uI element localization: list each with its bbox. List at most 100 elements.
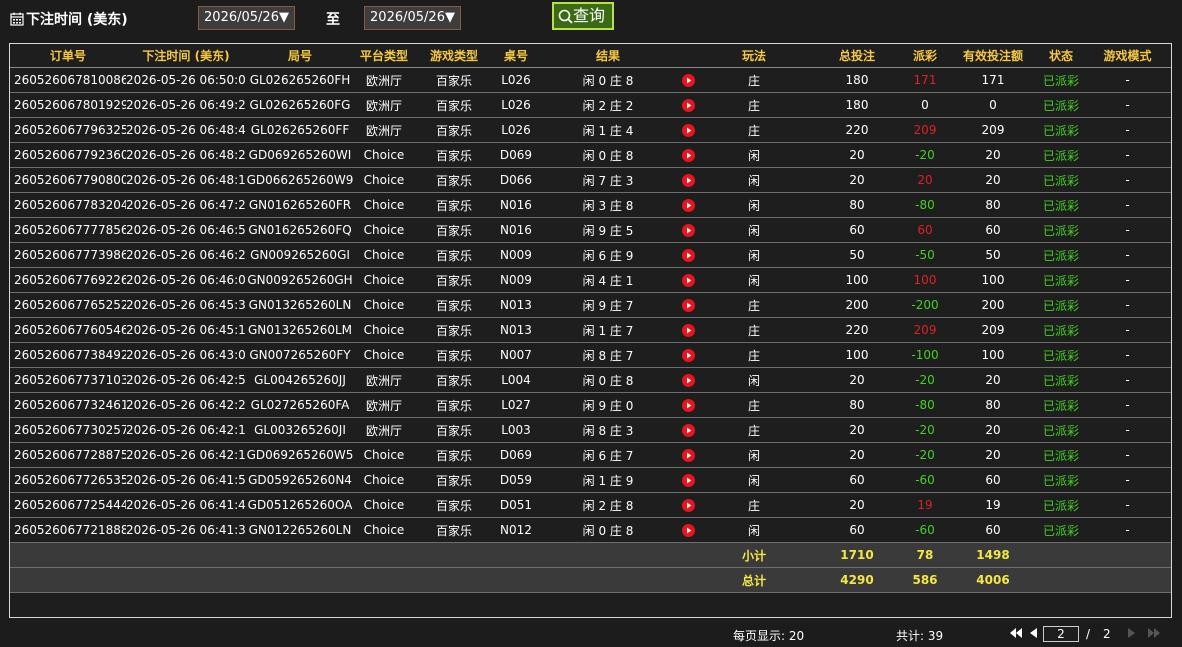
play-replay-icon[interactable] [681,499,695,512]
cell-result: 闲 6 庄 7 [538,442,678,468]
cell-valid-bet: 100 [946,342,1040,368]
play-replay-icon[interactable] [681,524,695,537]
cell-result: 闲 3 庄 8 [538,192,678,218]
cell-order-id: 260526067769226 [10,267,126,293]
play-replay-icon[interactable] [681,349,695,362]
table-row: 260526067726535 2026-05-26 06:41:54 GD0592… [10,467,1171,493]
cell-valid-bet: 50 [946,242,1040,268]
cell-table-id: D051 [494,492,538,518]
play-replay-icon[interactable] [681,474,695,487]
cell-bet-time: 2026-05-26 06:45:39 [126,292,246,318]
cell-valid-bet: 209 [946,317,1040,343]
query-button[interactable]: 查询 [552,2,614,30]
play-replay-icon[interactable] [681,249,695,262]
cell-bet-time: 2026-05-26 06:47:28 [126,192,246,218]
cell-bet-option: 庄 [698,492,810,518]
cell-valid-bet: 20 [946,442,1040,468]
play-replay-icon[interactable] [681,74,695,87]
play-replay-icon[interactable] [681,299,695,312]
replay-cell [678,442,698,468]
cell-round-id: GN016265260FR [246,192,354,218]
cell-result: 闲 1 庄 7 [538,317,678,343]
play-replay-icon[interactable] [681,324,695,337]
play-replay-icon[interactable] [681,99,695,112]
cell-payout: 60 [904,217,946,243]
cell-round-id: GL026265260FG [246,92,354,118]
cell-order-id: 260526067760546 [10,317,126,343]
play-replay-icon[interactable] [681,449,695,462]
cell-table-id: D069 [494,142,538,168]
cell-total-bet: 180 [810,92,904,118]
cell-status: 已派彩 [1040,92,1082,118]
cell-payout: -20 [904,367,946,393]
last-page-icon[interactable] [1148,628,1160,638]
table-row: 260526067810086 2026-05-26 06:50:06 GL0262… [10,67,1171,93]
cell-game-mode: - [1082,392,1171,418]
cell-game-mode: - [1082,267,1171,293]
first-page-icon[interactable] [1010,628,1022,638]
table-row: 260526067738492 2026-05-26 06:43:05 GN0072… [10,342,1171,368]
cell-platform: Choice [354,242,414,268]
table-row: 260526067796325 2026-05-26 06:48:46 GL0262… [10,117,1171,143]
cell-game-type: 百家乐 [414,267,494,293]
play-replay-icon[interactable] [681,174,695,187]
grand-total-label: 总计 [698,567,810,593]
replay-cell [678,467,698,493]
cell-bet-option: 庄 [698,392,810,418]
page-number-input[interactable] [1043,626,1079,642]
cell-table-id: L004 [494,367,538,393]
cell-order-id: 260526067765252 [10,292,126,318]
cell-table-id: L027 [494,392,538,418]
cell-round-id: GL026265260FF [246,117,354,143]
cell-bet-time: 2026-05-26 06:46:54 [126,217,246,243]
play-replay-icon[interactable] [681,124,695,137]
date-to-select[interactable]: 2026/05/26▼ [364,6,461,30]
next-page-icon[interactable] [1128,628,1135,638]
cell-valid-bet: 19 [946,492,1040,518]
cell-status: 已派彩 [1040,492,1082,518]
cell-round-id: GL027265260FA [246,392,354,418]
cell-game-type: 百家乐 [414,167,494,193]
cell-round-id: GD069265260WI [246,142,354,168]
cell-round-id: GN012265260LN [246,517,354,543]
cell-round-id: GN016265260FQ [246,217,354,243]
cell-game-type: 百家乐 [414,417,494,443]
cell-status: 已派彩 [1040,417,1082,443]
table-row: 260526067773986 2026-05-26 06:46:29 GN0092… [10,242,1171,268]
cell-round-id: GD059265260N4 [246,467,354,493]
cell-order-id: 260526067792360 [10,142,126,168]
cell-payout: 100 [904,267,946,293]
cell-result: 闲 0 庄 8 [538,517,678,543]
cell-valid-bet: 60 [946,467,1040,493]
cell-bet-option: 闲 [698,367,810,393]
cell-bet-option: 闲 [698,142,810,168]
table-row: 260526067732461 2026-05-26 06:42:28 GL0272… [10,392,1171,418]
cell-payout: -60 [904,467,946,493]
table-row: 260526067792360 2026-05-26 06:48:22 GD0692… [10,142,1171,168]
cell-platform: Choice [354,517,414,543]
play-replay-icon[interactable] [681,274,695,287]
cell-bet-time: 2026-05-26 06:48:22 [126,142,246,168]
date-from-select[interactable]: 2026/05/26▼ [198,6,295,30]
cell-valid-bet: 20 [946,142,1040,168]
cell-round-id: GN013265260LM [246,317,354,343]
play-replay-icon[interactable] [681,424,695,437]
total-count-label: 共计: 39 [896,629,944,643]
cell-payout: 209 [904,117,946,143]
play-replay-icon[interactable] [681,374,695,387]
per-page-label: 每页显示: 20 [733,629,805,643]
cell-result: 闲 9 庄 0 [538,392,678,418]
play-replay-icon[interactable] [681,224,695,237]
play-replay-icon[interactable] [681,199,695,212]
cell-order-id: 260526067783204 [10,192,126,218]
play-replay-icon[interactable] [681,399,695,412]
cell-game-mode: - [1082,142,1171,168]
cell-table-id: N016 [494,192,538,218]
cell-table-id: N012 [494,517,538,543]
replay-cell [678,392,698,418]
page-slash: / [1086,627,1091,641]
cell-bet-time: 2026-05-26 06:41:48 [126,492,246,518]
play-replay-icon[interactable] [681,149,695,162]
cell-total-bet: 50 [810,242,904,268]
prev-page-icon[interactable] [1030,628,1037,638]
